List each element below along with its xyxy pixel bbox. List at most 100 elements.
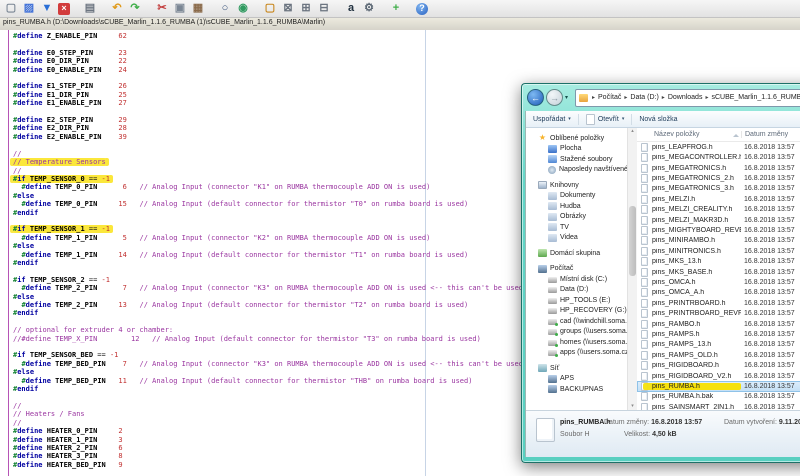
undo-icon[interactable]: ↶ <box>110 2 124 16</box>
copy-icon[interactable]: ▣ <box>173 2 187 16</box>
sidebar-item[interactable]: cad (\\windchill.soma.cz) <box>526 316 627 327</box>
print-icon[interactable]: ▤ <box>83 2 97 16</box>
sidebar-item[interactable]: Naposledy navštívené <box>526 165 627 176</box>
file-row[interactable]: pins_MEGATRONICS_2.h16.8.2018 13:57 <box>637 173 800 183</box>
file-row[interactable]: pins_MINIRAMBO.h16.8.2018 13:57 <box>637 236 800 246</box>
sidebar-item[interactable]: TV <box>526 222 627 233</box>
new-file-icon[interactable]: ▢ <box>4 2 18 16</box>
sidebar-item[interactable]: BACKUPNAS <box>526 384 627 395</box>
sidebar-item[interactable]: Hudba <box>526 201 627 212</box>
sidebar-item[interactable]: Domácí skupina <box>526 248 627 259</box>
file-row[interactable]: pins_LEAPFROG.h16.8.2018 13:57 <box>637 142 800 152</box>
sidebar-item[interactable]: Síť <box>526 363 627 374</box>
file-row[interactable]: pins_OMCA_A.h16.8.2018 13:57 <box>637 288 800 298</box>
file-row[interactable]: pins_MEGACONTROLLER.h16.8.2018 13:57 <box>637 152 800 162</box>
file-row[interactable]: pins_PRINTRBOARD.h16.8.2018 13:57 <box>637 298 800 308</box>
file-row[interactable]: pins_RIGIDBOARD.h16.8.2018 13:57 <box>637 361 800 371</box>
file-date: 16.8.2018 13:57 <box>741 237 795 244</box>
sidebar-item[interactable]: ★Oblíbené položky <box>526 133 627 144</box>
breadcrumb[interactable]: ▸Počítač▸Data (D:)▸Downloads▸sCUBE_Marli… <box>575 89 800 107</box>
find-icon[interactable]: ○ <box>218 2 232 16</box>
settings-icon[interactable]: ⚙ <box>362 2 376 16</box>
breadcrumb-segment[interactable]: Downloads <box>666 94 705 101</box>
file-row[interactable]: pins_MELZI.h16.8.2018 13:57 <box>637 194 800 204</box>
sidebar-item[interactable]: Stažené soubory <box>526 154 627 165</box>
sidebar-item[interactable]: apps (\\users.soma.cz) (Z <box>526 348 627 359</box>
file-row[interactable]: pins_MEGATRONICS_3.h16.8.2018 13:57 <box>637 184 800 194</box>
open-folder-icon[interactable]: ▨ <box>22 2 36 16</box>
sidebar-item[interactable]: Knihovny <box>526 180 627 191</box>
forward-button[interactable] <box>546 89 563 106</box>
scrollbar-thumb[interactable] <box>629 206 636 276</box>
recent-pages-dropdown-icon[interactable] <box>565 94 573 101</box>
sidebar-scrollbar[interactable] <box>627 128 637 410</box>
file-row[interactable]: pins_RAMBO.h16.8.2018 13:57 <box>637 319 800 329</box>
plugins-icon[interactable]: + <box>389 2 403 16</box>
scroll-up-icon[interactable] <box>629 128 636 135</box>
sidebar-item[interactable]: Plocha <box>526 144 627 155</box>
file-icon <box>641 236 648 245</box>
sidebar-item[interactable]: HP_TOOLS (E:) <box>526 295 627 306</box>
new-window-icon[interactable]: ▢ <box>263 2 277 16</box>
file-row[interactable]: pins_SAINSMART_2IN1.h16.8.2018 13:57 <box>637 402 800 410</box>
sidebar-item[interactable]: Obrázky <box>526 212 627 223</box>
file-row[interactable]: pins_PRINTRBOARD_REVF.h16.8.2018 13:57 <box>637 309 800 319</box>
paste-icon[interactable]: ▦ <box>191 2 205 16</box>
file-row[interactable]: pins_MKS_BASE.h16.8.2018 13:57 <box>637 267 800 277</box>
file-row[interactable]: pins_RAMPS_13.h16.8.2018 13:57 <box>637 340 800 350</box>
network-drive-icon <box>548 329 557 335</box>
sidebar-item[interactable]: HP_RECOVERY (G:) <box>526 306 627 317</box>
file-row[interactable]: pins_RIGIDBOARD_V2.h16.8.2018 13:57 <box>637 371 800 381</box>
file-row[interactable]: pins_MIGHTYBOARD_REVE.h16.8.2018 13:57 <box>637 225 800 235</box>
split-horizontal-icon[interactable]: ⊞ <box>299 2 313 16</box>
sidebar-item[interactable]: Videa <box>526 233 627 244</box>
close-file-icon[interactable]: × <box>58 3 70 15</box>
column-header-date[interactable]: Datum změny <box>741 131 800 138</box>
toolbar-separator <box>99 8 108 9</box>
file-row[interactable]: pins_MELZI_MAKR3D.h16.8.2018 13:57 <box>637 215 800 225</box>
file-row[interactable]: pins_MKS_13.h16.8.2018 13:57 <box>637 256 800 266</box>
help-icon[interactable]: ? <box>416 3 428 15</box>
file-row[interactable]: pins_RAMPS_OLD.h16.8.2018 13:57 <box>637 350 800 360</box>
file-name: pins_MELZI.h <box>652 196 741 203</box>
sidebar-item[interactable]: Místní disk (C:) <box>526 274 627 285</box>
computer-icon <box>538 265 547 273</box>
file-row[interactable]: pins_MEGATRONICS.h16.8.2018 13:57 <box>637 163 800 173</box>
sidebar-item-label: apps (\\users.soma.cz) (Z <box>560 349 627 356</box>
save-file-icon[interactable]: ▼ <box>40 2 54 16</box>
sidebar-item[interactable]: groups (\\users.soma.cz) <box>526 327 627 338</box>
sidebar-item[interactable]: Počítač <box>526 264 627 275</box>
font-icon[interactable]: a <box>344 2 358 16</box>
breadcrumb-segment[interactable]: Data (D:) <box>628 94 660 101</box>
file-row[interactable]: pins_MINITRONICS.h16.8.2018 13:57 <box>637 246 800 256</box>
file-icon <box>641 226 648 235</box>
find-in-files-icon[interactable]: ◉ <box>236 2 250 16</box>
file-row[interactable]: pins_MELZI_CREALITY.h16.8.2018 13:57 <box>637 204 800 214</box>
cut-icon[interactable]: ✂ <box>155 2 169 16</box>
file-date: 16.8.2018 13:57 <box>741 217 795 224</box>
file-row[interactable]: pins_OMCA.h16.8.2018 13:57 <box>637 277 800 287</box>
back-button[interactable] <box>527 89 544 106</box>
file-date: 16.8.2018 13:57 <box>741 165 795 172</box>
recent-icon <box>548 166 556 174</box>
file-date: 16.8.2018 13:57 <box>741 352 795 359</box>
new-folder-button[interactable]: Nová složka <box>639 116 677 123</box>
toolbar-separator <box>72 8 81 9</box>
breadcrumb-segment[interactable]: sCUBE_Marlin_1.1.6_RUMBA (1) <box>709 94 800 101</box>
split-vertical-icon[interactable]: ⊟ <box>317 2 331 16</box>
redo-icon[interactable]: ↷ <box>128 2 142 16</box>
column-header-name[interactable]: Název položky <box>637 131 741 138</box>
close-window-icon[interactable]: ⊠ <box>281 2 295 16</box>
file-row[interactable]: pins_RUMBA.h16.8.2018 13:57 <box>637 381 800 391</box>
sidebar-item[interactable]: homes (\\users.soma.cz) <box>526 337 627 348</box>
open-button[interactable]: Otevřít <box>598 116 625 123</box>
breadcrumb-segment[interactable]: Počítač <box>596 94 623 101</box>
file-row[interactable]: pins_RUMBA.h.bak16.8.2018 13:57 <box>637 392 800 402</box>
sidebar-item[interactable]: APS <box>526 374 627 385</box>
sidebar-item[interactable]: Dokumenty <box>526 191 627 202</box>
sidebar-item[interactable]: Data (D:) <box>526 285 627 296</box>
organize-button[interactable]: Uspořádat <box>533 116 571 123</box>
scroll-down-icon[interactable] <box>629 403 636 410</box>
file-row[interactable]: pins_RAMPS.h16.8.2018 13:57 <box>637 329 800 339</box>
sidebar-item-label: Počítač <box>550 265 573 272</box>
